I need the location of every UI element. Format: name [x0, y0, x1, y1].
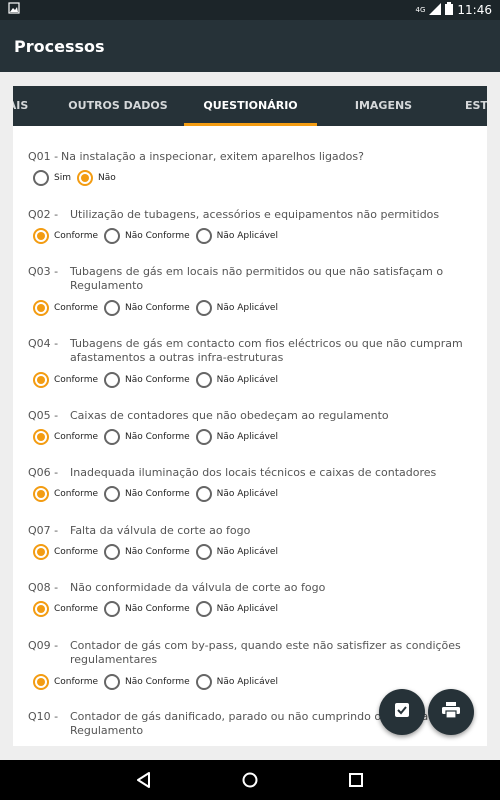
question-id: Q03 - [28, 265, 59, 278]
radio-icon [104, 674, 121, 690]
clock: 11:46 [457, 3, 492, 17]
radio-selected-icon [33, 544, 49, 560]
option-conforme[interactable]: Conforme [33, 544, 98, 560]
option-nao-conforme[interactable]: Não Conforme [104, 674, 190, 690]
radio-icon [195, 601, 212, 617]
radio-selected-icon [76, 170, 93, 186]
option-conforme[interactable]: Conforme [33, 429, 98, 445]
question-text: Utilização de tubagens, acessórios e equ… [70, 208, 440, 221]
question-id: Q04 - [28, 337, 59, 350]
tab-partial-left[interactable]: AIS [13, 86, 40, 126]
radio-selected-icon [33, 429, 49, 445]
page-title: Processos [14, 37, 105, 56]
radio-icon [195, 372, 212, 388]
radio-icon [104, 601, 121, 617]
radio-icon [104, 372, 121, 388]
tab-bar[interactable]: AIS OUTROS DADOS QUESTIONÁRIO IMAGENS ES… [13, 86, 487, 126]
radio-icon [104, 429, 121, 445]
tab-questionario[interactable]: QUESTIONÁRIO [184, 86, 317, 126]
option-nao-aplicavel[interactable]: Não Aplicável [195, 228, 278, 244]
question-id: Q06 - [28, 466, 59, 479]
network-type: 4G [415, 6, 426, 14]
option-nao-conforme[interactable]: Não Conforme [104, 601, 190, 617]
option-conforme[interactable]: Conforme [33, 300, 98, 316]
radio-icon [195, 544, 212, 560]
option-nao-aplicavel[interactable]: Não Aplicável [195, 486, 278, 502]
tab-partial-right[interactable]: EST [465, 86, 487, 126]
question-text: Inadequada iluminação dos locais técnico… [70, 466, 437, 479]
confirm-fab-button[interactable] [379, 689, 425, 735]
option-nao-conforme[interactable]: Não Conforme [104, 300, 190, 316]
questions-list[interactable]: Q01 - Na instalação a inspecionar, exite… [13, 126, 487, 746]
question-text: Não conformidade da válvula de corte ao … [70, 581, 326, 594]
radio-icon [104, 228, 121, 244]
radio-icon [195, 228, 212, 244]
option-conforme[interactable]: Conforme [33, 372, 98, 388]
radio-icon [195, 429, 212, 445]
option-nao-conforme[interactable]: Não Conforme [104, 429, 190, 445]
option-conforme[interactable]: Conforme [33, 228, 98, 244]
option-sim[interactable]: Sim [33, 170, 71, 186]
radio-icon [33, 170, 49, 186]
radio-selected-icon [33, 601, 49, 617]
print-icon [442, 702, 460, 722]
radio-selected-icon [33, 486, 49, 502]
system-nav-bar [0, 760, 500, 800]
radio-icon [104, 300, 121, 316]
app-bar: Processos [0, 20, 500, 72]
check-box-icon [394, 702, 410, 722]
recents-button[interactable] [346, 770, 366, 790]
radio-icon [195, 674, 212, 690]
tab-outros-dados[interactable]: OUTROS DADOS [53, 86, 183, 126]
option-nao-conforme[interactable]: Não Conforme [104, 228, 190, 244]
option-nao-conforme[interactable]: Não Conforme [104, 486, 190, 502]
print-fab-button[interactable] [428, 689, 474, 735]
option-nao-aplicavel[interactable]: Não Aplicável [195, 544, 278, 560]
question-id: Q09 - [28, 639, 59, 652]
back-button[interactable] [134, 770, 154, 790]
option-nao-conforme[interactable]: Não Conforme [104, 372, 190, 388]
question-id: Q01 - [28, 150, 59, 163]
radio-icon [195, 486, 212, 502]
radio-icon [195, 300, 212, 316]
question-id: Q08 - [28, 581, 59, 594]
question-text: Falta da válvula de corte ao fogo [70, 524, 251, 537]
question-text: Tubagens de gás em contacto com fios elé… [70, 337, 463, 364]
question-id: Q07 - [28, 524, 59, 537]
option-nao-aplicavel[interactable]: Não Aplicável [195, 300, 278, 316]
status-bar: 4G 11:46 [0, 0, 500, 20]
question-text: Caixas de contadores que não obedeçam ao… [70, 409, 389, 422]
option-nao-aplicavel[interactable]: Não Aplicável [195, 429, 278, 445]
option-nao-aplicavel[interactable]: Não Aplicável [195, 601, 278, 617]
question-text: Contador de gás com by-pass, quando este… [70, 639, 461, 666]
question-text: Tubagens de gás em locais não permitidos… [70, 265, 444, 292]
option-nao-aplicavel[interactable]: Não Aplicável [195, 674, 278, 690]
option-nao-aplicavel[interactable]: Não Aplicável [195, 372, 278, 388]
question-id: Q10 - [28, 710, 59, 723]
radio-icon [104, 544, 121, 560]
option-conforme[interactable]: Conforme [33, 486, 98, 502]
radio-selected-icon [33, 674, 49, 690]
home-button[interactable] [240, 770, 260, 790]
image-notification-icon [8, 2, 20, 17]
question-id: Q05 - [28, 409, 59, 422]
radio-selected-icon [33, 372, 49, 388]
questionnaire-card: AIS OUTROS DADOS QUESTIONÁRIO IMAGENS ES… [13, 86, 487, 746]
radio-selected-icon [33, 300, 49, 316]
signal-icon [429, 2, 442, 18]
radio-icon [104, 486, 121, 502]
question-text: Na instalação a inspecionar, exitem apar… [61, 150, 364, 163]
option-nao-conforme[interactable]: Não Conforme [104, 544, 190, 560]
tab-imagens[interactable]: IMAGENS [317, 86, 450, 126]
radio-selected-icon [33, 228, 49, 244]
battery-icon [445, 2, 454, 18]
question-id: Q02 - [28, 208, 59, 221]
option-conforme[interactable]: Conforme [33, 674, 98, 690]
option-conforme[interactable]: Conforme [33, 601, 98, 617]
option-nao[interactable]: Não [76, 170, 116, 186]
